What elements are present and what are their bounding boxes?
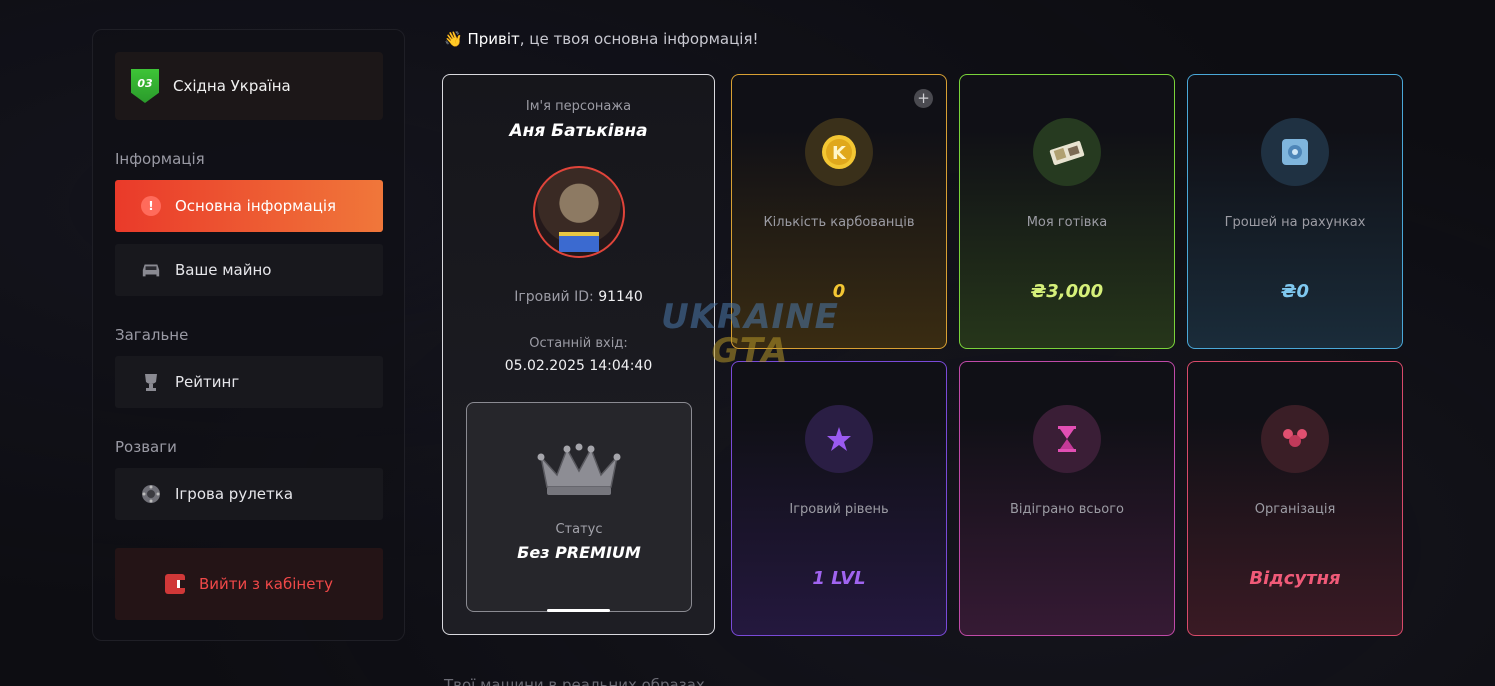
sidebar-item-label: Рейтинг — [175, 373, 240, 391]
avatar — [533, 166, 625, 258]
alert-icon: ! — [141, 196, 161, 216]
sidebar-item-rating[interactable]: Рейтинг — [115, 356, 383, 408]
star-icon — [805, 405, 873, 473]
region-selector[interactable]: 03 Східна Україна — [115, 52, 383, 120]
stat-label: Організація — [1254, 502, 1336, 517]
crown-icon — [537, 443, 621, 495]
greeting-rest: , це твоя основна інформація! — [519, 30, 759, 48]
stat-card-organization: Організація Відсутня — [1187, 361, 1403, 636]
sidebar-item-property[interactable]: Ваше майно — [115, 244, 383, 296]
greeting: 👋 Привіт, це твоя основна інформація! — [444, 30, 759, 48]
sidebar: 03 Східна Україна Інформація ! Основна і… — [92, 29, 405, 641]
stat-value: ₴3,000 — [1030, 281, 1104, 302]
hourglass-icon — [1033, 405, 1101, 473]
car-icon — [141, 260, 161, 280]
coin-icon: K — [805, 118, 873, 186]
stat-label: Грошей на рахунках — [1224, 215, 1366, 230]
add-karbovantsi-button[interactable]: + — [914, 89, 933, 108]
game-id-value: 91140 — [598, 289, 643, 305]
status-value: Без PREMIUM — [517, 543, 641, 562]
roulette-icon — [141, 484, 161, 504]
stat-label: Моя готівка — [1026, 215, 1108, 230]
stat-label: Ігровий рівень — [789, 502, 889, 517]
status-box: Статус Без PREMIUM — [466, 402, 692, 612]
section-title-general: Загальне — [115, 326, 189, 344]
greeting-bold: Привіт — [467, 30, 520, 48]
stat-value: 1 LVL — [812, 568, 866, 589]
svg-text:K: K — [832, 143, 847, 164]
stat-card-bank: Грошей на рахунках ₴0 — [1187, 74, 1403, 349]
section-heading-cars: Твої машини в реальних образах — [444, 676, 705, 686]
watermark-line1: UKRAINE — [661, 297, 839, 337]
stat-label: Кількість карбованців — [763, 215, 915, 230]
logout-label: Вийти з кабінету — [198, 575, 334, 593]
sidebar-item-main-info[interactable]: ! Основна інформація — [115, 180, 383, 232]
game-id-caption: Ігровий ID: — [514, 289, 594, 305]
sidebar-item-label: Ваше майно — [175, 261, 272, 279]
status-caption: Статус — [555, 522, 603, 537]
logout-button[interactable]: Вийти з кабінету — [115, 548, 383, 620]
watermark-line2: GTA — [711, 331, 789, 371]
stat-label: Відіграно всього — [1010, 502, 1124, 517]
section-title-info: Інформація — [115, 150, 205, 168]
stat-value: Відсутня — [1249, 568, 1341, 589]
sidebar-item-roulette[interactable]: Ігрова рулетка — [115, 468, 383, 520]
group-icon — [1261, 405, 1329, 473]
stat-value: ₴0 — [1281, 281, 1309, 302]
sidebar-item-label: Ігрова рулетка — [175, 485, 294, 503]
cash-icon — [1033, 118, 1101, 186]
region-name: Східна Україна — [173, 77, 291, 95]
wave-icon: 👋 — [444, 30, 463, 48]
safe-icon — [1261, 118, 1329, 186]
ukraine-gta-watermark-logo: UKRAINE GTA — [660, 300, 840, 380]
stat-card-cash: Моя готівка ₴3,000 — [959, 74, 1175, 349]
character-name: Аня Батьківна — [509, 121, 648, 141]
region-badge-icon: 03 — [131, 69, 159, 103]
status-underline — [547, 609, 610, 612]
section-title-fun: Розваги — [115, 438, 177, 456]
stat-card-played: Відіграно всього — [959, 361, 1175, 636]
exit-icon — [164, 574, 188, 594]
stat-card-level: Ігровий рівень 1 LVL — [731, 361, 947, 636]
sidebar-item-label: Основна інформація — [175, 197, 337, 215]
trophy-icon — [141, 372, 161, 392]
character-name-caption: Ім'я персонажа — [525, 99, 632, 114]
